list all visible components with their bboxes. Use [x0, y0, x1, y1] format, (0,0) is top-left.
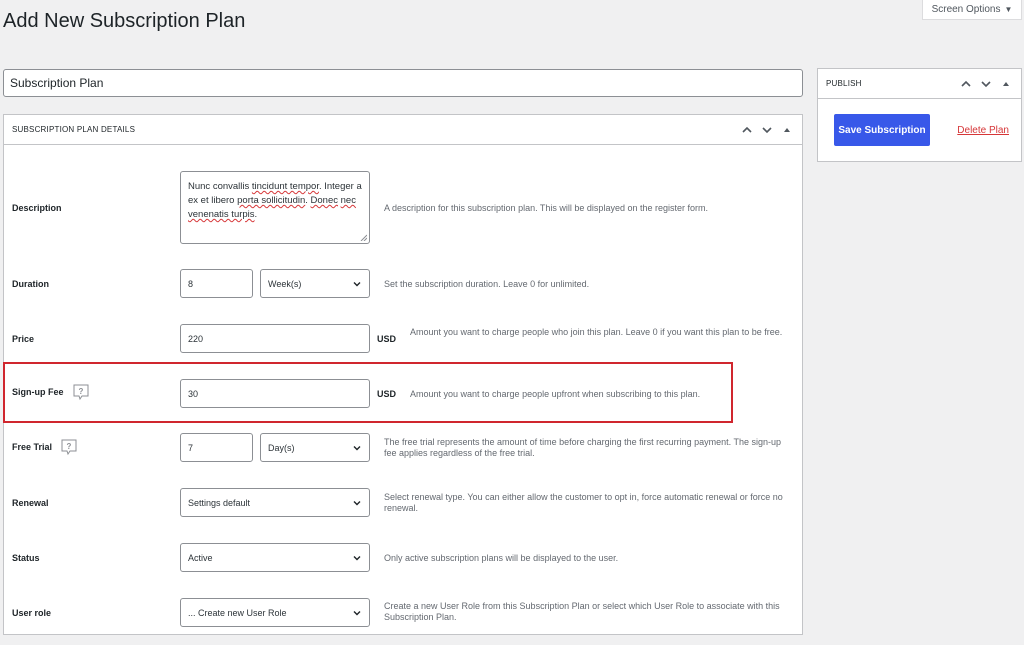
duration-input[interactable]: 8 [180, 269, 253, 298]
free-trial-unit-value: Day(s) [268, 442, 295, 453]
description-fragment: Nunc convallis [188, 181, 252, 192]
chevron-down-icon [353, 610, 361, 615]
signup-fee-label-wrap: Sign-up Fee ? [12, 383, 90, 401]
duration-label: Duration [12, 279, 49, 289]
delete-plan-link[interactable]: Delete Plan [957, 125, 1009, 136]
status-label: Status [12, 553, 40, 563]
duration-help-text: Set the subscription duration. Leave 0 f… [384, 279, 590, 289]
publish-box: PUBLISH Save Subscription Delete Plan [817, 68, 1022, 162]
toggle-panel-icon[interactable] [999, 77, 1013, 91]
duration-unit-value: Week(s) [268, 278, 302, 289]
description-text: Nunc convallis tincidunt tempor. Integer… [188, 181, 362, 220]
renewal-value: Settings default [188, 497, 251, 508]
subscription-plan-details-box: SUBSCRIPTION PLAN DETAILS Description Nu… [3, 114, 803, 635]
free-trial-help-text: The free trial represents the amount of … [384, 437, 782, 458]
misspelled-word: Donec [310, 195, 338, 206]
duration-unit-select[interactable]: Week(s) [260, 269, 370, 298]
page-title: Add New Subscription Plan [3, 10, 246, 32]
signup-fee-help-text: Amount you want to charge people upfront… [410, 389, 701, 399]
user-role-help-text: Create a new User Role from this Subscri… [384, 601, 780, 622]
svg-text:?: ? [67, 442, 72, 451]
chevron-down-icon [353, 281, 361, 286]
publish-box-body: Save Subscription Delete Plan [818, 99, 1021, 161]
publish-box-header: PUBLISH [818, 69, 1021, 99]
move-up-icon[interactable] [740, 123, 754, 137]
plan-title-input[interactable] [3, 69, 803, 97]
description-fragment: . [254, 209, 258, 220]
price-help-text: Amount you want to charge people who joi… [410, 327, 783, 337]
move-down-icon[interactable] [760, 123, 774, 137]
help-tooltip-icon[interactable]: ? [72, 383, 90, 401]
free-trial-label: Free Trial [12, 442, 53, 452]
details-box-header: SUBSCRIPTION PLAN DETAILS [4, 115, 802, 145]
svg-text:?: ? [78, 387, 83, 396]
description-label: Description [12, 203, 62, 213]
signup-fee-currency: USD [377, 389, 397, 399]
details-box-handle-actions [740, 123, 794, 137]
renewal-label: Renewal [12, 498, 49, 508]
save-subscription-button[interactable]: Save Subscription [834, 114, 930, 146]
renewal-help-text: Select renewal type. You can either allo… [384, 492, 783, 513]
misspelled-word: porta sollicitudin [237, 195, 306, 206]
status-help-text: Only active subscription plans will be d… [384, 553, 619, 563]
renewal-select[interactable]: Settings default [180, 488, 370, 517]
chevron-down-icon [353, 500, 361, 505]
resize-grip-icon[interactable] [360, 234, 367, 241]
user-role-label: User role [12, 608, 52, 618]
signup-fee-input[interactable]: 30 [180, 379, 370, 408]
help-tooltip-icon[interactable]: ? [60, 438, 78, 456]
signup-fee-label: Sign-up Fee [12, 387, 64, 397]
misspelled-word: tincidunt tempor [251, 181, 319, 192]
status-value: Active [188, 552, 213, 563]
details-box-title: SUBSCRIPTION PLAN DETAILS [12, 125, 136, 134]
move-up-icon[interactable] [959, 77, 973, 91]
price-label: Price [12, 334, 35, 344]
free-trial-input[interactable]: 7 [180, 433, 253, 462]
screen-options-label: Screen Options [931, 4, 1001, 15]
free-trial-label-wrap: Free Trial ? [12, 438, 78, 456]
status-select[interactable]: Active [180, 543, 370, 572]
move-down-icon[interactable] [979, 77, 993, 91]
description-help-text: A description for this subscription plan… [384, 203, 708, 213]
toggle-panel-icon[interactable] [780, 123, 794, 137]
description-textarea[interactable]: Nunc convallis tincidunt tempor. Integer… [180, 171, 370, 244]
user-role-select[interactable]: ... Create new User Role [180, 598, 370, 627]
caret-down-icon: ▼ [1004, 5, 1013, 14]
chevron-down-icon [353, 445, 361, 450]
publish-box-handle-actions [959, 77, 1013, 91]
price-currency: USD [377, 334, 397, 344]
publish-box-title: PUBLISH [826, 79, 862, 88]
free-trial-unit-select[interactable]: Day(s) [260, 433, 370, 462]
chevron-down-icon [353, 555, 361, 560]
user-role-value: ... Create new User Role [188, 607, 287, 618]
screen-options-button[interactable]: Screen Options ▼ [922, 0, 1022, 20]
price-input[interactable]: 220 [180, 324, 370, 353]
